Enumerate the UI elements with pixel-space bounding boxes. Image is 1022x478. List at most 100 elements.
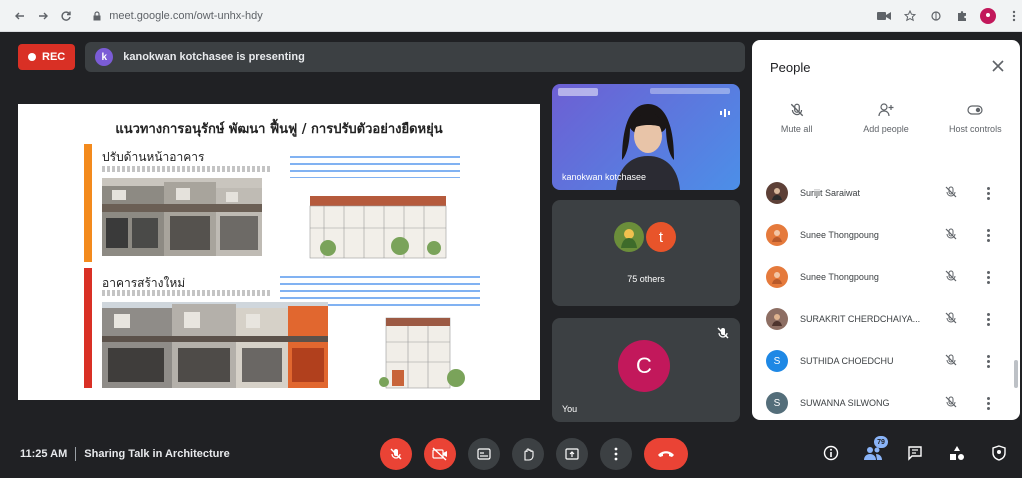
captions-button[interactable] [468, 438, 500, 470]
reload-icon[interactable] [56, 6, 75, 26]
control-bar: 11:25 AM Sharing Talk in Architecture 79 [0, 430, 1022, 478]
host-controls-button[interactable] [988, 442, 1010, 464]
close-icon[interactable] [988, 56, 1008, 76]
forward-icon[interactable] [33, 6, 52, 26]
back-icon[interactable] [10, 6, 29, 26]
camera-off-icon [432, 447, 447, 461]
avatar: S [766, 350, 788, 372]
presenting-text: kanokwan kotchasee is presenting [123, 51, 305, 63]
profile-avatar[interactable] [979, 7, 996, 24]
present-button[interactable] [556, 438, 588, 470]
participant-name: Surijit Saraiwat [800, 188, 861, 198]
list-item[interactable]: Surijit Saraiwat [752, 172, 1020, 214]
avatar: S [766, 392, 788, 414]
presentation-slide: แนวทางการอนุรักษ์ พัฒนา ฟื้นฟู / การปรับ… [18, 104, 540, 400]
mute-all-button[interactable]: Mute all [757, 102, 837, 134]
star-icon[interactable] [902, 8, 918, 24]
participant-name: Sunee Thongpoung [800, 272, 879, 282]
self-avatar: C [618, 340, 670, 392]
more-vert-icon[interactable] [982, 269, 994, 285]
mic-off-icon[interactable] [944, 185, 960, 201]
participant-name: kanokwan kotchasee [562, 172, 647, 182]
participant-avatar: t [646, 222, 676, 252]
new-building-sketch [378, 312, 468, 394]
raise-hand-button[interactable] [512, 438, 544, 470]
host-controls-action[interactable]: Host controls [935, 102, 1015, 134]
presenter-video-tile[interactable]: kanokwan kotchasee [552, 84, 740, 190]
section-accent-bar [84, 268, 92, 388]
people-button[interactable]: 79 [862, 436, 888, 464]
activities-icon [950, 446, 964, 460]
divider [75, 447, 77, 461]
meeting-title: Sharing Talk in Architecture [84, 448, 230, 460]
panel-title: People [770, 60, 811, 75]
participant-avatar [614, 222, 644, 252]
section-caption [102, 290, 272, 296]
meeting-details-button[interactable] [820, 442, 842, 464]
list-item[interactable]: S SUWANNA SILWONG [752, 382, 1020, 424]
mic-off-icon [390, 448, 402, 460]
avatar [766, 266, 788, 288]
participant-count-badge: 79 [874, 436, 888, 448]
new-building-photo [102, 302, 328, 388]
avatar [766, 182, 788, 204]
list-item[interactable]: SURAKRIT CHERDCHAIYA... [752, 298, 1020, 340]
mic-off-icon[interactable] [944, 227, 960, 243]
participant-name: SUTHIDA CHOEDCHU [800, 356, 894, 366]
panel-scrollbar[interactable] [1014, 360, 1018, 388]
add-people-button[interactable]: Add people [846, 102, 926, 134]
more-vert-icon[interactable] [982, 227, 994, 243]
record-dot-icon [28, 53, 36, 61]
clock-time: 11:25 AM [20, 448, 68, 460]
mic-off-icon[interactable] [944, 269, 960, 285]
host-controls-icon [967, 105, 983, 115]
list-item[interactable]: S SUTHIDA CHOEDCHU [752, 340, 1020, 382]
participant-name: You [562, 404, 578, 414]
video-overlay-logo [558, 88, 598, 96]
list-item[interactable]: Sunee Thongpoung [752, 214, 1020, 256]
address-bar[interactable]: meet.google.com/owt-unhx-hdy [85, 4, 868, 27]
rec-label: REC [42, 51, 66, 63]
leave-call-button[interactable] [644, 438, 688, 470]
more-vert-icon[interactable] [982, 395, 994, 411]
mic-off-icon[interactable] [944, 311, 960, 327]
participant-name: Sunee Thongpoung [800, 230, 879, 240]
mic-off-icon [716, 326, 730, 340]
action-label: Mute all [780, 124, 813, 134]
url-text: meet.google.com/owt-unhx-hdy [109, 9, 263, 22]
chat-icon [908, 446, 922, 461]
more-options-button[interactable] [600, 438, 632, 470]
present-icon [565, 448, 579, 460]
mic-off-icon[interactable] [944, 395, 960, 411]
others-count: 75 others [627, 274, 665, 284]
chat-button[interactable] [904, 442, 926, 464]
facade-sketch [304, 188, 452, 264]
camera-indicator-icon[interactable] [876, 8, 892, 24]
more-vert-icon[interactable] [982, 353, 994, 369]
camera-toggle-button[interactable] [424, 438, 456, 470]
more-vert-icon[interactable] [1006, 8, 1022, 24]
add-person-icon [878, 103, 894, 117]
speaking-indicator-icon [718, 106, 732, 120]
hand-icon [524, 448, 534, 461]
browser-toolbar: meet.google.com/owt-unhx-hdy [0, 0, 1022, 32]
activities-button[interactable] [946, 442, 968, 464]
puzzle-icon[interactable] [954, 8, 970, 24]
self-video-tile[interactable]: C You [552, 318, 740, 422]
more-vert-icon[interactable] [982, 311, 994, 327]
recording-indicator[interactable]: REC [18, 44, 76, 70]
mic-toggle-button[interactable] [380, 438, 412, 470]
shophouse-photo [102, 178, 262, 256]
more-vert-icon[interactable] [982, 185, 994, 201]
mic-off-icon[interactable] [944, 353, 960, 369]
video-overlay-banner [650, 88, 730, 94]
avatar [766, 224, 788, 246]
section-heading: ปรับด้านหน้าอาคาร [102, 150, 205, 164]
list-item[interactable]: Sunee Thongpoung [752, 256, 1020, 298]
captions-icon [477, 448, 491, 460]
lock-icon [93, 10, 101, 20]
extension-icon[interactable] [928, 8, 944, 24]
others-tile[interactable]: t 75 others [552, 200, 740, 306]
participant-name: SURAKRIT CHERDCHAIYA... [800, 314, 921, 324]
shield-icon [992, 445, 1006, 461]
